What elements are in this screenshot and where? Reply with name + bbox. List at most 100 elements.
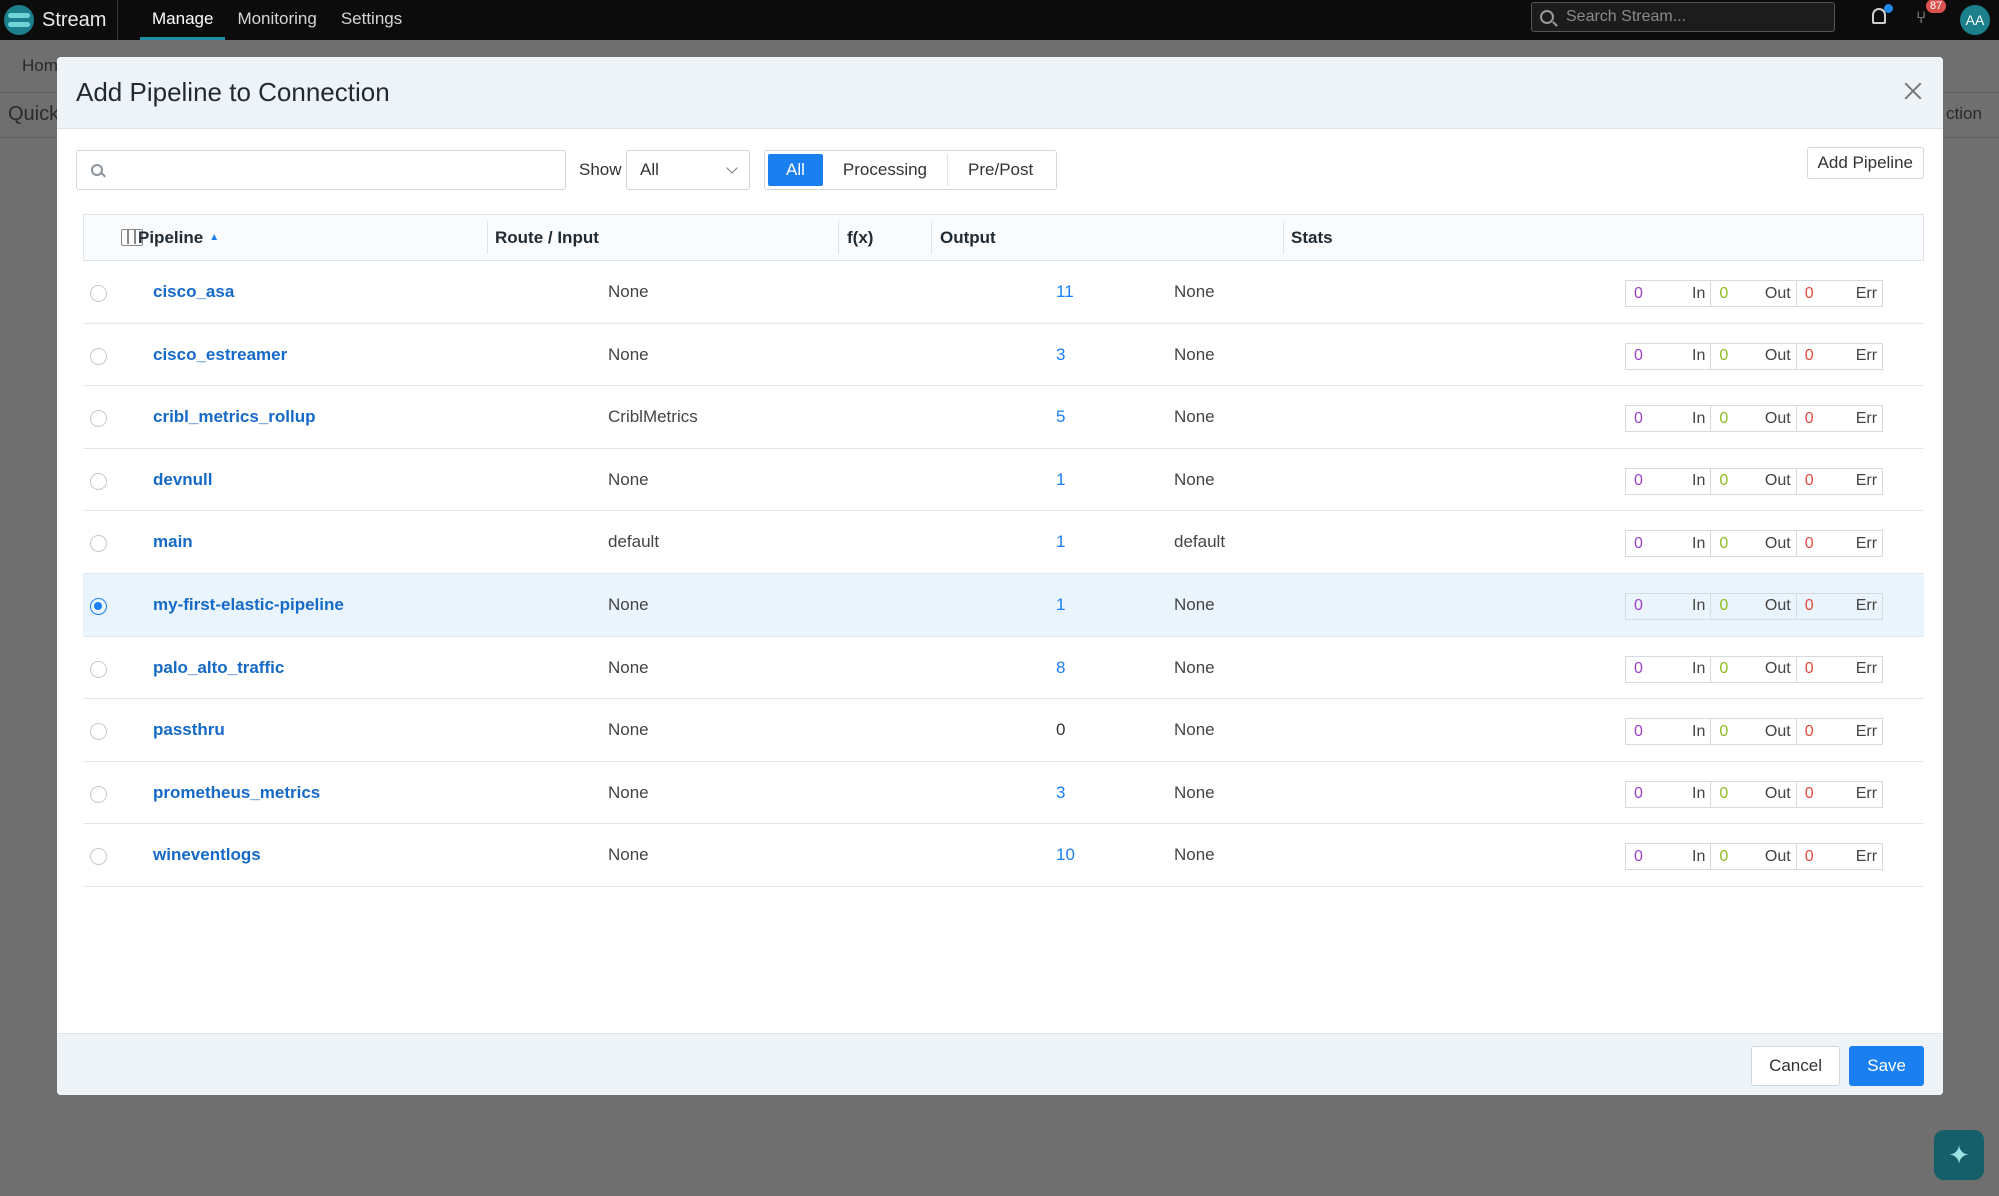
function-count[interactable]: 11 [1056,261,1074,323]
function-count[interactable]: 1 [1056,574,1065,636]
git-branch-icon[interactable]: ⑂ [1916,8,1926,28]
modal-title: Add Pipeline to Connection [76,77,390,107]
cancel-button[interactable]: Cancel [1751,1046,1840,1086]
row-select-radio[interactable] [90,472,107,490]
pipeline-name-link[interactable]: passthru [153,699,225,761]
table-row[interactable]: palo_alto_traffic None 8 None 0 In 0 Out 0 Err [83,637,1924,700]
row-select-radio[interactable] [90,597,107,615]
stat-err-value: 0 [1804,597,1814,615]
pipeline-name-link[interactable]: main [153,511,193,573]
stat-out-label: Out [1764,472,1791,490]
row-select-radio[interactable] [90,347,107,365]
stat-out: 0 Out [1711,593,1797,619]
segment-all[interactable]: All [768,154,823,186]
stat-in: 0 In [1626,656,1712,682]
stat-err-label: Err [1855,722,1878,740]
pipeline-name-link[interactable]: my-first-elastic-pipeline [153,574,344,636]
table-row[interactable]: devnull None 1 None 0 In 0 Out 0 Err [83,449,1924,512]
segment-pre-post[interactable]: Pre/Post [948,154,1053,186]
function-count[interactable]: 1 [1056,449,1065,511]
row-select-radio[interactable] [90,848,107,866]
user-avatar[interactable]: AA [1960,5,1990,35]
table-row[interactable]: main default 1 default 0 In 0 Out 0 Err [83,511,1924,574]
stat-err-value: 0 [1804,347,1814,365]
segment-processing[interactable]: Processing [823,154,949,186]
column-header-pipeline[interactable]: Pipeline ▲ [138,215,219,260]
stat-err: 0 Err [1797,719,1882,744]
output-value: default [1174,532,1226,552]
nav-item-settings[interactable]: Settings [329,0,414,40]
table-row[interactable]: wineventlogs None 10 None 0 In 0 Out 0 Err [83,824,1924,887]
stat-err-label: Err [1855,847,1878,865]
stats-box: 0 In 0 Out 0 Err [1625,592,1883,620]
pipeline-search-field[interactable] [76,150,566,190]
stat-in-value: 0 [1634,597,1643,615]
row-select-radio[interactable] [90,660,107,678]
stat-in-value: 0 [1634,534,1643,552]
stat-in-value: 0 [1634,409,1643,427]
ai-assistant-button[interactable]: ✦ [1934,1130,1984,1180]
function-count[interactable]: 10 [1056,824,1075,886]
table-row[interactable]: cisco_asa None 11 None 0 In 0 Out 0 Err [83,261,1924,324]
function-count[interactable]: 5 [1056,386,1065,448]
show-label: Show [579,160,622,179]
stat-err-label: Err [1855,660,1878,678]
row-select-radio[interactable] [90,723,107,741]
row-select-radio[interactable] [90,785,107,803]
function-count[interactable]: 3 [1056,762,1065,824]
stat-out-value: 0 [1719,660,1729,678]
add-pipeline-modal: Add Pipeline to Connection Show All All … [57,57,1943,1095]
pipeline-name-link[interactable]: palo_alto_traffic [153,637,284,699]
stat-in-value: 0 [1634,347,1643,365]
stat-in-label: In [1692,660,1706,678]
show-filter-select[interactable]: All [626,150,750,190]
function-count[interactable]: 1 [1056,511,1065,573]
pipeline-name-link[interactable]: cisco_estreamer [153,324,287,386]
output-value: None [1174,657,1215,677]
column-header-fx: f(x) [847,227,874,247]
stat-out-value: 0 [1719,597,1729,615]
app-logo[interactable]: Stream [0,0,118,40]
close-icon[interactable] [1901,79,1925,103]
stat-out-label: Out [1764,722,1791,740]
route-input-value: None [608,657,649,677]
stats-box: 0 In 0 Out 0 Err [1625,342,1883,370]
pipeline-name-link[interactable]: wineventlogs [153,824,261,886]
table-body: cisco_asa None 11 None 0 In 0 Out 0 Err cisco_estr… [83,261,1924,887]
column-header-output: Output [940,227,996,247]
pipeline-search-input[interactable] [113,161,553,179]
stat-out: 0 Out [1711,343,1797,369]
table-row[interactable]: prometheus_metrics None 3 None 0 In 0 Out 0 Err [83,762,1924,825]
stat-in: 0 In [1626,593,1712,619]
stat-err-label: Err [1855,347,1878,365]
row-select-radio[interactable] [90,285,107,302]
stat-err: 0 Err [1797,281,1882,306]
sort-ascending-icon[interactable]: ▲ [209,232,219,242]
table-row[interactable]: cribl_metrics_rollup CriblMetrics 5 None 0 In… [83,386,1924,449]
pipeline-name-link[interactable]: prometheus_metrics [153,762,320,824]
function-count[interactable]: 8 [1056,637,1065,699]
nav-item-manage[interactable]: Manage [140,0,226,40]
table-row[interactable]: my-first-elastic-pipeline None 1 None 0 In 0 Ou… [83,573,1924,637]
pipeline-name-link[interactable]: cribl_metrics_rollup [153,386,316,448]
table-row[interactable]: cisco_estreamer None 3 None 0 In 0 Out 0 Err [83,324,1924,387]
global-search-input[interactable]: Search Stream... [1531,2,1835,32]
save-button[interactable]: Save [1849,1046,1924,1086]
function-count[interactable]: 3 [1056,324,1065,386]
stat-out-label: Out [1764,409,1791,427]
table-row[interactable]: passthru None 0 None 0 In 0 Out 0 Err [83,699,1924,762]
row-select-radio[interactable] [90,535,107,553]
column-header-route-input: Route / Input [495,227,599,247]
pipeline-name-link[interactable]: devnull [153,449,213,511]
stat-in: 0 In [1626,343,1712,369]
pipeline-name-link[interactable]: cisco_asa [153,261,234,323]
column-divider [931,221,932,254]
nav-item-monitoring[interactable]: Monitoring [225,0,328,40]
stat-err-value: 0 [1804,722,1814,740]
add-pipeline-button[interactable]: Add Pipeline [1806,147,1924,179]
modal-toolbar: Show All All Processing Pre/Post Add Pip… [76,147,1924,190]
stats-box: 0 In 0 Out 0 Err [1625,780,1883,808]
stat-out-value: 0 [1719,347,1729,365]
output-value: None [1174,344,1215,364]
row-select-radio[interactable] [90,410,107,428]
